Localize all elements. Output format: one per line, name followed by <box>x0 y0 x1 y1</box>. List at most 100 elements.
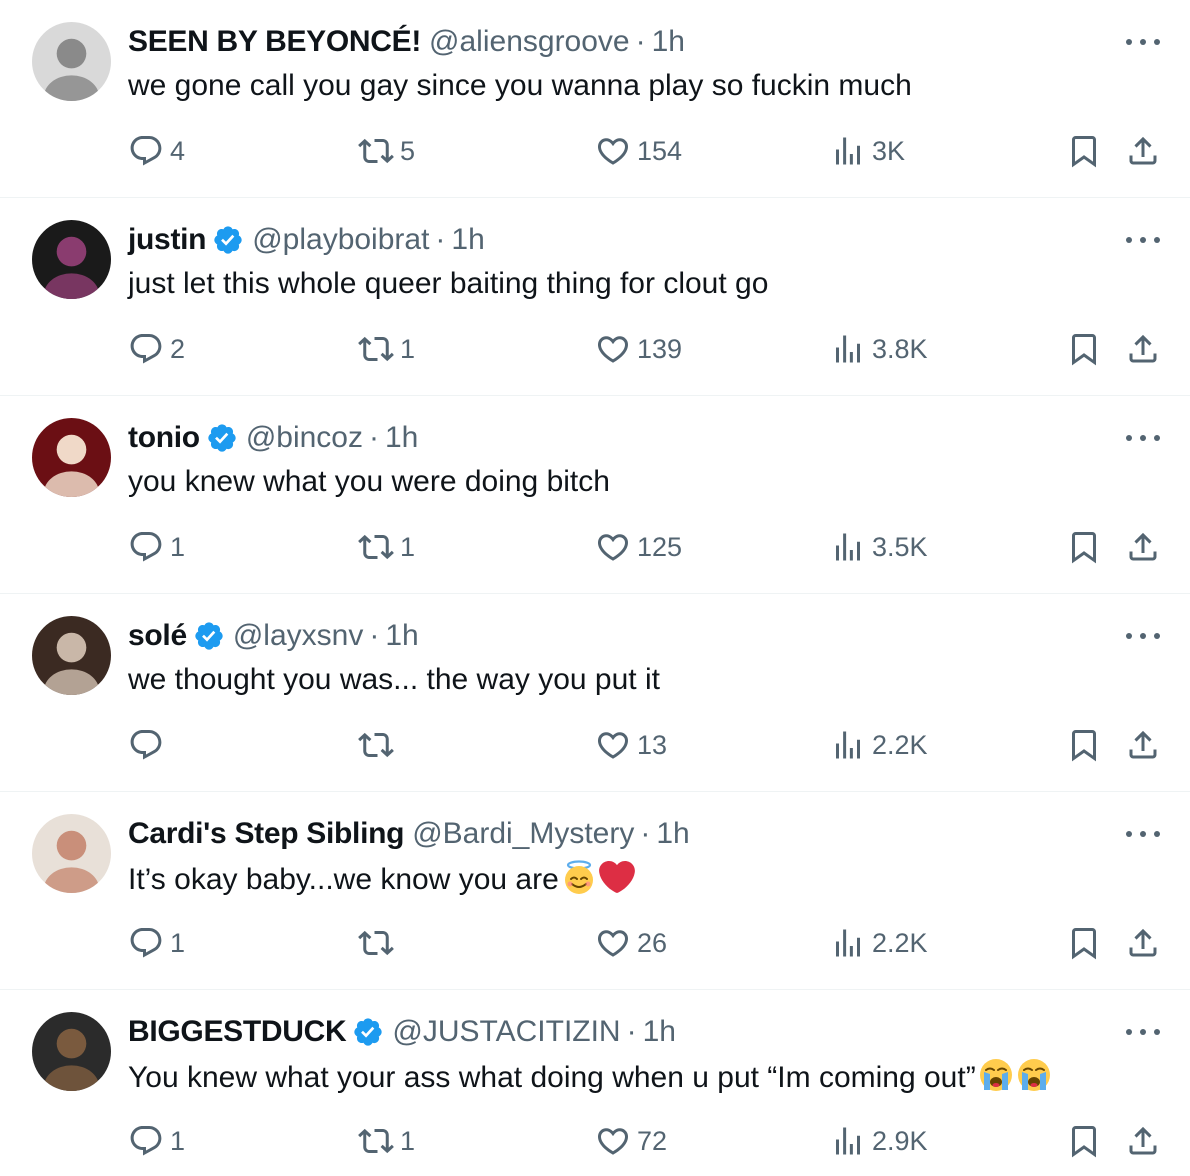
more-options-icon[interactable] <box>1126 822 1160 846</box>
share-button[interactable] <box>1125 923 1161 963</box>
user-handle[interactable]: @Bardi_Mystery <box>412 816 634 852</box>
retweet-icon <box>358 529 394 565</box>
retweet-button[interactable] <box>358 725 400 765</box>
reply-button[interactable]: 1 <box>128 923 185 963</box>
tweet[interactable]: BIGGESTDUCK @JUSTACITIZIN · 1h You knew what… <box>0 990 1190 1176</box>
views-button[interactable]: 3.8K <box>830 329 928 369</box>
reply-icon <box>128 133 164 169</box>
likes-count: 154 <box>637 135 683 166</box>
like-button[interactable]: 139 <box>595 329 682 369</box>
avatar[interactable] <box>32 814 111 893</box>
share-icon <box>1125 529 1161 565</box>
share-button[interactable] <box>1125 329 1161 369</box>
views-button[interactable]: 3.5K <box>830 527 928 567</box>
tweet-actions: 1 26 2.2K <box>0 923 1190 963</box>
more-options-icon[interactable] <box>1126 624 1160 648</box>
tweet[interactable]: Cardi's Step Sibling @Bardi_Mystery · 1h It’… <box>0 792 1190 990</box>
heart-icon <box>595 1123 631 1159</box>
display-name[interactable]: justin <box>128 222 207 258</box>
tweet-actions: 2 1 139 3.8K <box>0 329 1190 369</box>
retweet-icon <box>358 331 394 367</box>
views-button[interactable]: 2.2K <box>830 725 928 765</box>
timestamp[interactable]: 1h <box>656 816 689 852</box>
views-button[interactable]: 3K <box>830 131 905 171</box>
display-name[interactable]: BIGGESTDUCK <box>128 1014 347 1050</box>
reply-button[interactable]: 4 <box>128 131 185 171</box>
like-button[interactable]: 125 <box>595 527 682 567</box>
timestamp[interactable]: 1h <box>643 1014 676 1050</box>
bookmark-button[interactable] <box>1066 131 1102 171</box>
like-button[interactable]: 72 <box>595 1121 667 1161</box>
user-handle[interactable]: @aliensgroove <box>429 24 630 60</box>
like-button[interactable]: 154 <box>595 131 682 171</box>
tweet[interactable]: justin @playboibrat · 1h just let this whole… <box>0 198 1190 396</box>
timestamp[interactable]: 1h <box>385 420 418 456</box>
timestamp[interactable]: 1h <box>652 24 685 60</box>
heart-icon <box>595 925 631 961</box>
reply-button[interactable] <box>128 725 170 765</box>
verified-badge-icon <box>206 422 238 454</box>
bookmark-button[interactable] <box>1066 923 1102 963</box>
likes-count: 139 <box>637 333 683 364</box>
share-button[interactable] <box>1125 1121 1161 1161</box>
views-button[interactable]: 2.2K <box>830 923 928 963</box>
avatar[interactable] <box>32 418 111 497</box>
reply-button[interactable]: 1 <box>128 1121 185 1161</box>
more-options-icon[interactable] <box>1126 30 1160 54</box>
retweet-button[interactable]: 1 <box>358 329 415 369</box>
bookmark-button[interactable] <box>1066 329 1102 369</box>
tweet[interactable]: tonio @bincoz · 1h you knew what you were do… <box>0 396 1190 594</box>
timestamp[interactable]: 1h <box>451 222 484 258</box>
heart-icon <box>595 529 631 565</box>
bookmark-button[interactable] <box>1066 725 1102 765</box>
reply-icon <box>128 1123 164 1159</box>
bookmark-icon <box>1066 727 1102 763</box>
more-options-icon[interactable] <box>1126 228 1160 252</box>
like-button[interactable]: 26 <box>595 923 667 963</box>
tweet-text: we gone call you gay since you wanna pla… <box>128 67 912 105</box>
share-button[interactable] <box>1125 131 1161 171</box>
avatar[interactable] <box>32 220 111 299</box>
display-name[interactable]: tonio <box>128 420 200 456</box>
retweet-button[interactable]: 1 <box>358 527 415 567</box>
user-handle[interactable]: @layxsnv <box>233 618 364 654</box>
timestamp[interactable]: 1h <box>385 618 418 654</box>
tweet[interactable]: solé @layxsnv · 1h we thought you was... the… <box>0 594 1190 792</box>
separator-dot: · <box>369 619 380 652</box>
tweet-text-content: we gone call you gay since you wanna pla… <box>128 69 912 102</box>
reply-button[interactable]: 1 <box>128 527 185 567</box>
avatar[interactable] <box>32 22 111 101</box>
retweet-button[interactable]: 1 <box>358 1121 415 1161</box>
display-name[interactable]: Cardi's Step Sibling <box>128 816 404 852</box>
bookmark-button[interactable] <box>1066 1121 1102 1161</box>
display-name[interactable]: SEEN BY BEYONCÉ! <box>128 24 421 60</box>
tweet-header: justin @playboibrat · 1h <box>128 222 485 258</box>
like-button[interactable]: 13 <box>595 725 667 765</box>
user-handle[interactable]: @JUSTACITIZIN <box>392 1014 620 1050</box>
user-handle[interactable]: @playboibrat <box>252 222 429 258</box>
user-handle[interactable]: @bincoz <box>246 420 363 456</box>
retweet-button[interactable]: 5 <box>358 131 415 171</box>
bookmark-button[interactable] <box>1066 527 1102 567</box>
tweet-header: BIGGESTDUCK @JUSTACITIZIN · 1h <box>128 1014 676 1050</box>
share-button[interactable] <box>1125 527 1161 567</box>
tweet-text-content: just let this whole queer baiting thing … <box>128 267 769 300</box>
share-icon <box>1125 133 1161 169</box>
heart-icon <box>595 133 631 169</box>
reply-button[interactable]: 2 <box>128 329 185 369</box>
avatar[interactable] <box>32 616 111 695</box>
bookmark-icon <box>1066 925 1102 961</box>
views-button[interactable]: 2.9K <box>830 1121 928 1161</box>
tweet[interactable]: SEEN BY BEYONCÉ! @aliensgroove · 1h we gone … <box>0 0 1190 198</box>
avatar[interactable] <box>32 1012 111 1091</box>
separator-dot: · <box>435 223 446 256</box>
bookmark-icon <box>1066 1123 1102 1159</box>
retweet-button[interactable] <box>358 923 400 963</box>
bar-chart-icon <box>830 529 866 565</box>
share-button[interactable] <box>1125 725 1161 765</box>
more-options-icon[interactable] <box>1126 426 1160 450</box>
heart-icon <box>595 331 631 367</box>
more-options-icon[interactable] <box>1126 1020 1160 1044</box>
replies-count: 1 <box>170 927 186 958</box>
display-name[interactable]: solé <box>128 618 187 654</box>
